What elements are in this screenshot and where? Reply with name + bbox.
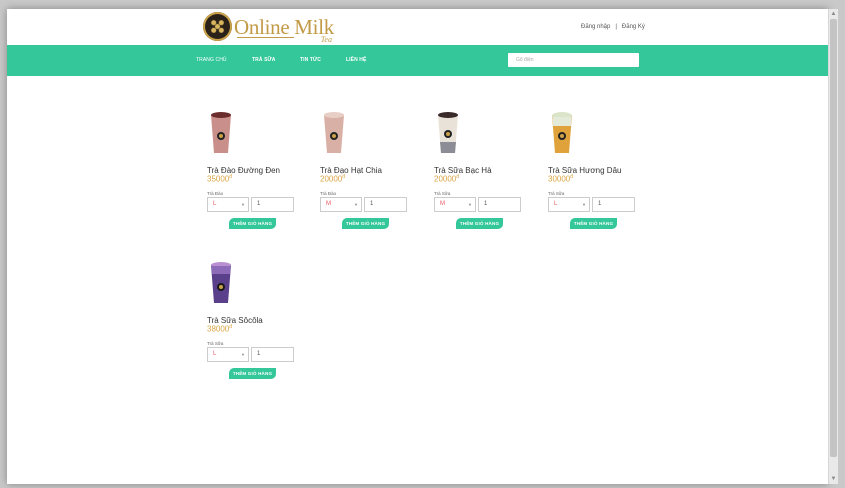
size-select[interactable]: M ▼ [434,196,476,212]
product-price: 38000đ [207,324,233,334]
product-price: 30000đ [548,174,574,184]
product-type-label: Trà Sữa [207,340,224,346]
nav-milk-tea[interactable]: TRÀ SỮA [252,57,275,63]
quantity-input[interactable]: 1 [364,196,407,212]
product-card: Trà Sữa Bạc Hà 20000đ Trà Sữa M ▼ 1 THÊM … [434,112,534,230]
product-card: Trà Đạo Hạt Chia 20000đ Trà Đào M ▼ 1 THÊ… [320,112,420,230]
product-price: 20000đ [320,174,346,184]
logo-sub: Tea [320,34,332,44]
auth-links: Đăng nhập | Đăng Ký [581,24,645,30]
product-type-label: Trà Sữa [548,190,565,196]
login-link[interactable]: Đăng nhập [581,24,610,30]
add-to-cart-button[interactable]: THÊM GIỎ HÀNG [342,217,389,229]
quantity-input[interactable]: 1 [251,196,294,212]
browser-page: Online Milk Tea Đăng nhập | Đăng Ký TRAN… [7,9,828,484]
scroll-up-icon[interactable]: ▲ [830,10,837,18]
size-select[interactable]: M ▼ [320,196,362,212]
scroll-down-icon[interactable]: ▼ [830,475,837,483]
register-link[interactable]: Đăng Ký [622,24,645,30]
site-logo[interactable]: Online Milk Tea [203,12,334,44]
nav-contact[interactable]: LIÊN HỆ [346,57,366,63]
add-to-cart-button[interactable]: THÊM GIỎ HÀNG [229,217,276,229]
logo-badge-icon [203,12,232,41]
product-image[interactable] [209,112,233,154]
product-image[interactable] [436,112,460,154]
quantity-input[interactable]: 1 [251,346,294,362]
quantity-input[interactable]: 1 [478,196,521,212]
chevron-down-icon: ▼ [354,201,358,207]
scrollbar-thumb[interactable] [830,19,837,457]
quantity-input[interactable]: 1 [592,196,635,212]
size-select[interactable]: L ▼ [548,196,590,212]
chevron-down-icon: ▼ [241,201,245,207]
product-image[interactable] [322,112,346,154]
search-input[interactable] [508,53,639,67]
auth-separator: | [615,24,617,30]
chevron-down-icon: ▼ [468,201,472,207]
product-card: Trà Đào Đường Đen 35000đ Trà Đào L ▼ 1 TH… [207,112,307,230]
product-image[interactable] [209,262,233,304]
size-select[interactable]: L ▼ [207,346,249,362]
nav-news[interactable]: TIN TỨC [300,57,321,63]
nav-home[interactable]: TRANG CHỦ [196,57,227,63]
product-type-label: Trà Đào [207,190,224,196]
product-price: 35000đ [207,174,233,184]
product-type-label: Trà Sữa [434,190,451,196]
vertical-scrollbar[interactable]: ▲ ▼ [828,9,838,484]
main-navbar: TRANG CHỦ TRÀ SỮA TIN TỨC LIÊN HỆ [7,45,828,76]
add-to-cart-button[interactable]: THÊM GIỎ HÀNG [570,217,617,229]
product-card: Trà Sữa Sôcôla 38000đ Trà Sữa L ▼ 1 THÊM … [207,262,307,380]
chevron-down-icon: ▼ [241,351,245,357]
product-image[interactable] [550,112,574,154]
add-to-cart-button[interactable]: THÊM GIỎ HÀNG [456,217,503,229]
product-card: Trà Sữa Hương Dâu 30000đ Trà Sữa L ▼ 1 TH… [548,112,648,230]
chevron-down-icon: ▼ [582,201,586,207]
size-select[interactable]: L ▼ [207,196,249,212]
product-price: 20000đ [434,174,460,184]
logo-name: Online Milk [234,14,334,39]
add-to-cart-button[interactable]: THÊM GIỎ HÀNG [229,367,276,379]
product-type-label: Trà Đào [320,190,337,196]
